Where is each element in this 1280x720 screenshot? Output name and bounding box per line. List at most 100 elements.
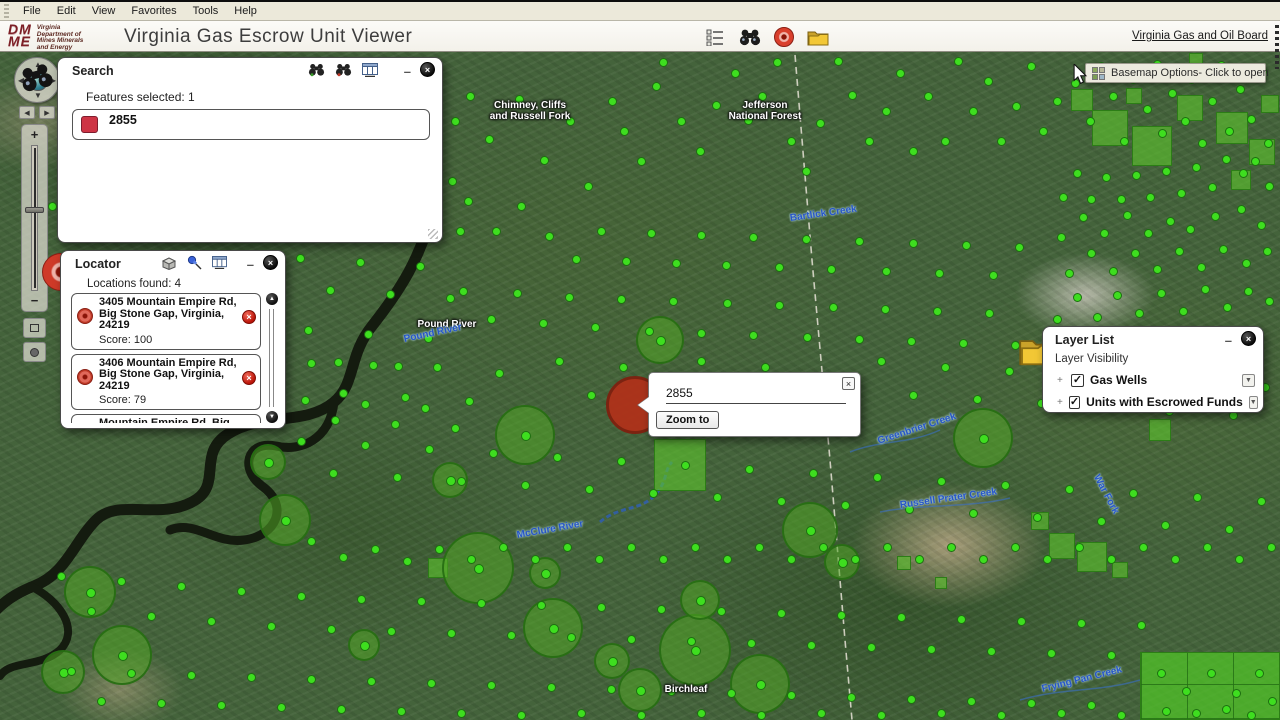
gas-well-marker[interactable]: [1247, 115, 1256, 124]
gas-well-marker[interactable]: [1192, 709, 1201, 718]
gas-well-marker[interactable]: [645, 327, 654, 336]
gas-well-marker[interactable]: [959, 339, 968, 348]
pan-mode-button[interactable]: [23, 342, 46, 362]
gas-well-marker[interactable]: [620, 127, 629, 136]
gas-well-marker[interactable]: [937, 477, 946, 486]
gas-well-marker[interactable]: [687, 637, 696, 646]
escrow-unit-circle[interactable]: [495, 405, 555, 465]
gas-well-marker[interactable]: [1001, 481, 1010, 490]
gas-well-marker[interactable]: [882, 107, 891, 116]
gas-well-marker[interactable]: [657, 605, 666, 614]
gas-well-marker[interactable]: [987, 647, 996, 656]
gas-well-marker[interactable]: [761, 363, 770, 372]
gas-well-marker[interactable]: [1137, 621, 1146, 630]
gas-well-marker[interactable]: [117, 577, 126, 586]
gas-wells-checkbox[interactable]: ✓: [1071, 374, 1084, 387]
gas-well-marker[interactable]: [386, 290, 395, 299]
escrow-unit-circle[interactable]: [348, 629, 380, 661]
gas-well-marker[interactable]: [816, 119, 825, 128]
escrow-unit-square[interactable]: [1177, 95, 1203, 121]
gas-well-marker[interactable]: [997, 711, 1006, 720]
zoom-to-button[interactable]: Zoom to: [656, 411, 719, 429]
escrow-unit-square[interactable]: [1149, 419, 1171, 441]
gas-well-marker[interactable]: [627, 543, 636, 552]
gas-well-marker[interactable]: [809, 469, 818, 478]
gas-well-marker[interactable]: [803, 333, 812, 342]
gas-well-marker[interactable]: [723, 555, 732, 564]
escrow-unit-square[interactable]: [1261, 95, 1279, 113]
gas-well-marker[interactable]: [1211, 212, 1220, 221]
gas-well-marker[interactable]: [591, 323, 600, 332]
gas-well-marker[interactable]: [867, 643, 876, 652]
gas-well-marker[interactable]: [1005, 367, 1014, 376]
gas-well-marker[interactable]: [669, 297, 678, 306]
search-toolbar-button[interactable]: [739, 26, 761, 48]
gas-well-marker[interactable]: [1065, 485, 1074, 494]
gas-well-marker[interactable]: [927, 645, 936, 654]
gas-well-marker[interactable]: [622, 257, 631, 266]
escrow-unit-circle[interactable]: [730, 654, 790, 714]
gas-well-marker[interactable]: [237, 587, 246, 596]
gas-well-marker[interactable]: [1179, 307, 1188, 316]
escrow-unit-circle[interactable]: [659, 614, 731, 686]
gas-well-marker[interactable]: [1166, 217, 1175, 226]
gas-well-marker[interactable]: [937, 709, 946, 718]
gas-well-marker[interactable]: [1265, 182, 1274, 191]
escrow-unit-circle[interactable]: [636, 316, 684, 364]
gas-well-marker[interactable]: [985, 309, 994, 318]
gas-well-marker[interactable]: [1073, 293, 1082, 302]
gas-well-marker[interactable]: [652, 82, 661, 91]
previous-extent-button[interactable]: ◀: [19, 106, 35, 119]
gas-well-marker[interactable]: [865, 137, 874, 146]
gas-well-marker[interactable]: [855, 237, 864, 246]
locator-result-2[interactable]: 3406 Mountain Empire Rd, Big Stone Gap, …: [71, 354, 261, 411]
scroll-up-button[interactable]: ▲: [266, 293, 278, 305]
gas-well-marker[interactable]: [177, 582, 186, 591]
gas-well-marker[interactable]: [1161, 521, 1170, 530]
gas-well-marker[interactable]: [307, 537, 316, 546]
gas-well-marker[interactable]: [421, 404, 430, 413]
zoom-out-button[interactable]: −: [22, 294, 47, 308]
escrow-unit-circle[interactable]: [250, 444, 286, 480]
gas-well-marker[interactable]: [882, 267, 891, 276]
gas-well-marker[interactable]: [595, 555, 604, 564]
scroll-track[interactable]: [269, 309, 274, 407]
gas-well-marker[interactable]: [712, 101, 721, 110]
gas-well-marker[interactable]: [1157, 669, 1166, 678]
gas-well-marker[interactable]: [304, 326, 313, 335]
gas-well-marker[interactable]: [1053, 315, 1062, 324]
gas-well-marker[interactable]: [1047, 649, 1056, 658]
gas-well-marker[interactable]: [339, 389, 348, 398]
gas-well-marker[interactable]: [837, 611, 846, 620]
gas-well-marker[interactable]: [1257, 221, 1266, 230]
gas-well-marker[interactable]: [1265, 297, 1274, 306]
gas-well-marker[interactable]: [787, 555, 796, 564]
escrow-unit-circle[interactable]: [259, 494, 311, 546]
gas-well-marker[interactable]: [1267, 543, 1276, 552]
gas-well-marker[interactable]: [1075, 543, 1084, 552]
zoom-slider[interactable]: + −: [21, 124, 48, 312]
gas-well-marker[interactable]: [877, 357, 886, 366]
gas-well-marker[interactable]: [619, 363, 628, 372]
gas-well-marker[interactable]: [1225, 127, 1234, 136]
gas-well-marker[interactable]: [517, 711, 526, 720]
gas-well-marker[interactable]: [361, 441, 370, 450]
gas-well-marker[interactable]: [545, 232, 554, 241]
escrow-unit-grid[interactable]: [1140, 652, 1280, 720]
gas-well-marker[interactable]: [1153, 265, 1162, 274]
gas-well-marker[interactable]: [451, 424, 460, 433]
gas-well-marker[interactable]: [969, 107, 978, 116]
gas-well-marker[interactable]: [1120, 137, 1129, 146]
gas-well-marker[interactable]: [1236, 85, 1245, 94]
gas-well-marker[interactable]: [1201, 285, 1210, 294]
gas-well-marker[interactable]: [487, 681, 496, 690]
gas-well-marker[interactable]: [883, 543, 892, 552]
gas-well-marker[interactable]: [459, 287, 468, 296]
gas-well-marker[interactable]: [989, 271, 998, 280]
gas-well-marker[interactable]: [277, 703, 286, 712]
gas-well-marker[interactable]: [1027, 699, 1036, 708]
remove-location-button[interactable]: ×: [242, 310, 256, 324]
escrow-unit-square[interactable]: [1112, 562, 1128, 578]
gas-well-marker[interactable]: [597, 603, 606, 612]
menu-view[interactable]: View: [84, 3, 124, 19]
